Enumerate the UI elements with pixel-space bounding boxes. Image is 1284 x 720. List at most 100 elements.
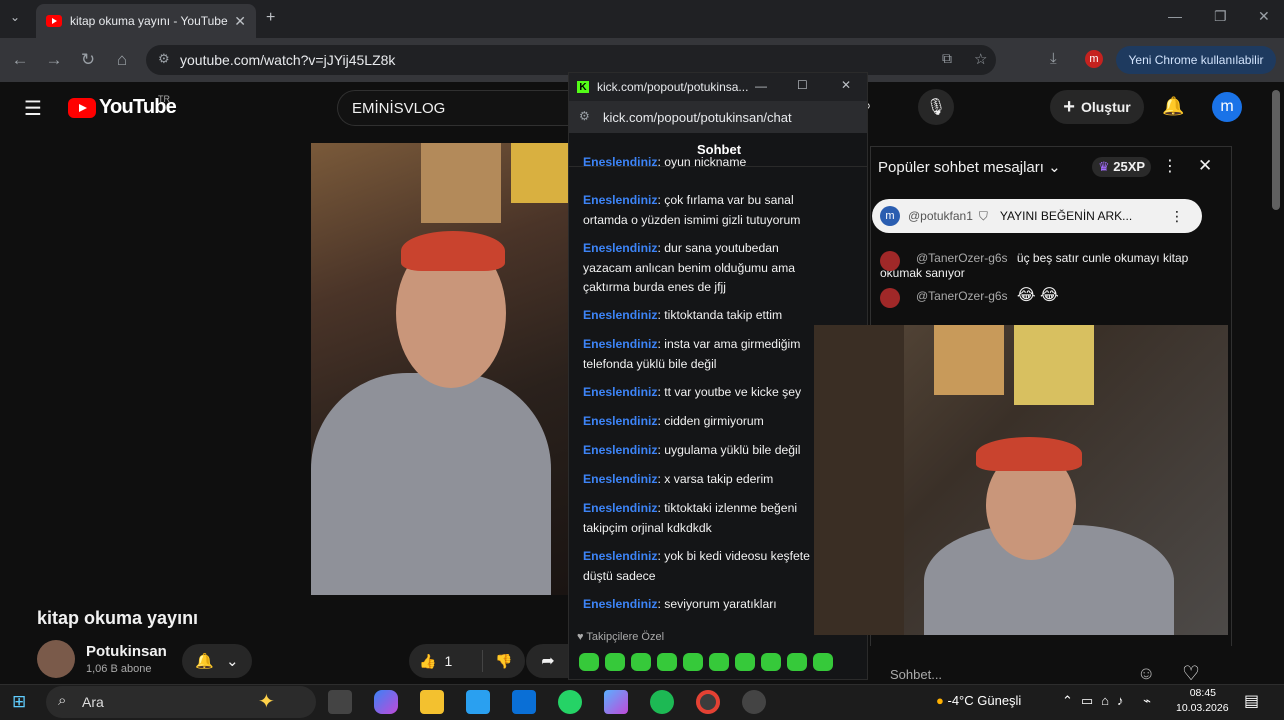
more-options-icon[interactable]: ⋮ [1162,156,1178,176]
subscription-bell-button[interactable]: 🔔 ⌄ [182,644,252,678]
video-player[interactable] [311,143,568,595]
emote-icon[interactable] [735,653,755,671]
menu-hamburger-icon[interactable]: ☰ [24,96,42,121]
create-label: Oluştur [1080,99,1131,115]
store-icon[interactable] [466,690,490,714]
close-tab-icon[interactable]: ✕ [234,13,246,30]
chat-username: Eneslendiniz [583,472,658,486]
list-item: Eneslendiniz: tiktoktaki izlenme beğeni … [583,501,798,535]
share-button[interactable]: ➦ [526,644,570,678]
page-scrollbar[interactable] [1272,90,1280,210]
channel-avatar[interactable] [37,640,75,678]
back-icon[interactable]: ← [10,50,30,70]
kick-logo-icon: K [577,81,589,93]
popup-minimize-icon[interactable]: — [755,79,767,93]
download-icon[interactable]: ⤓ [1050,50,1057,67]
reload-icon[interactable]: ↻ [78,50,98,70]
chevron-down-icon: ⌄ [226,653,239,670]
search-input[interactable]: EMİNİSVLOG [337,90,577,126]
file-explorer-icon[interactable] [420,690,444,714]
chat-username: Eneslendiniz [583,241,658,255]
youtube-logo-icon[interactable] [68,98,96,118]
copilot-icon[interactable] [374,690,398,714]
list-item: Eneslendiniz: çok fırlama var bu sanal o… [583,193,801,227]
close-window-icon[interactable]: ✕ [1258,8,1270,25]
pinned-message[interactable]: m @potukfan1 ⛉ YAYINI BEĞENİN ARK... ⋮ [872,199,1202,233]
subscriber-count: 1,06 B abone [86,663,152,675]
emote-icon[interactable] [683,653,703,671]
clock[interactable]: 08:45 10.03.2026 [1176,686,1229,716]
thumbs-down-icon[interactable]: 👎 [495,653,512,670]
wall-poster [1014,325,1094,405]
taskbar-search[interactable]: ⌕ Ara ✦ [46,686,316,718]
share-icon: ➦ [541,653,555,670]
chat-avatar [880,288,900,308]
create-button[interactable]: + Oluştur [1050,90,1144,124]
home-icon[interactable]: ⌂ [112,50,132,70]
list-item: Eneslendiniz: seviyorum yaratıkları [583,597,777,611]
bookmark-star-icon[interactable]: ☆ [974,50,987,68]
tab-youtube[interactable]: kitap okuma yayını - YouTube ✕ [36,4,256,38]
chrome-icon[interactable] [696,690,720,714]
weather-widget[interactable]: ● -4°C Güneşli [936,693,1021,708]
copilot-sparkle-icon: ✦ [258,691,275,713]
list-item: Eneslendiniz: uygulama yüklü bile değil [583,443,801,457]
address-bar[interactable]: ⚙ youtube.com/watch?v=jJYij45LZ8k ☆ ⧉ [146,45,996,75]
mail-icon[interactable] [512,690,536,714]
windows-start-icon[interactable]: ⊞ [12,692,26,712]
chat-username: Eneslendiniz [583,443,658,457]
notifications-icon[interactable]: ▤ [1244,691,1259,711]
like-button[interactable]: 👍 1 👎 [409,644,525,678]
install-app-icon[interactable]: ⧉ [942,50,952,67]
account-avatar[interactable]: m [1212,92,1242,122]
person-sweater [311,373,551,595]
pinned-user: @potukfan1 [908,209,973,223]
whatsapp-icon[interactable] [558,690,582,714]
minimize-icon[interactable]: — [1168,8,1182,24]
close-chat-icon[interactable]: ✕ [1198,156,1212,176]
update-chrome-button[interactable]: Yeni Chrome kullanılabilir [1116,46,1276,74]
emote-icon[interactable] [657,653,677,671]
chat-username: Eneslendiniz [583,414,658,428]
pinned-avatar: m [880,206,900,226]
site-info-icon[interactable]: ⚙ [158,51,170,67]
list-item: Eneslendiniz: yok bi kedi videosu keşfet… [583,549,810,583]
forward-icon[interactable]: → [44,50,64,70]
site-info-icon[interactable]: ⚙ [579,109,590,123]
pinned-menu-icon[interactable]: ⋮ [1170,208,1184,225]
profile-icon[interactable]: m [1085,50,1103,68]
list-item: Eneslendiniz: cidden girmiyorum [583,414,764,428]
m365-icon[interactable] [604,690,628,714]
xp-badge[interactable]: ♛ 25XP [1092,157,1152,177]
region-code: TR [158,94,170,104]
chat-mode-dropdown[interactable]: Popüler sohbet mesajları ⌄ [878,158,1061,176]
chevron-down-icon: ⌄ [1048,159,1061,176]
emoji-icon[interactable]: ☺ [1137,663,1155,684]
list-item: Eneslendiniz: x varsa takip ederim [583,472,774,486]
tab-search-icon[interactable]: ⌄ [10,10,20,24]
emote-icon[interactable] [579,653,599,671]
new-tab-button[interactable]: + [266,9,275,27]
emote-icon[interactable] [813,653,833,671]
emote-icon[interactable] [605,653,625,671]
system-tray-icons[interactable]: ⌃▭⌂♪ ⌁ [1062,693,1159,709]
emote-icon[interactable] [761,653,781,671]
search-icon: ⌕ [58,692,67,709]
voice-search-button[interactable]: 🎙 [918,89,954,125]
youtube-favicon-icon [46,15,62,27]
channel-name[interactable]: Potukinsan [86,643,167,660]
wall-poster [511,143,568,203]
heart-icon[interactable]: ♡ [1182,661,1200,686]
spotify-icon[interactable] [650,690,674,714]
snipping-tool-icon[interactable] [742,690,766,714]
video-title: kitap okuma yayını [37,608,199,628]
popup-close-icon[interactable]: ✕ [841,78,851,92]
notifications-bell-icon[interactable]: 🔔 [1162,96,1184,117]
emote-icon[interactable] [787,653,807,671]
emote-icon[interactable] [631,653,651,671]
popup-maximize-icon[interactable]: ☐ [797,78,808,92]
emote-icon[interactable] [709,653,729,671]
webcam-overlay [814,325,1228,635]
task-view-icon[interactable] [328,690,352,714]
maximize-icon[interactable]: ❐ [1214,8,1227,25]
